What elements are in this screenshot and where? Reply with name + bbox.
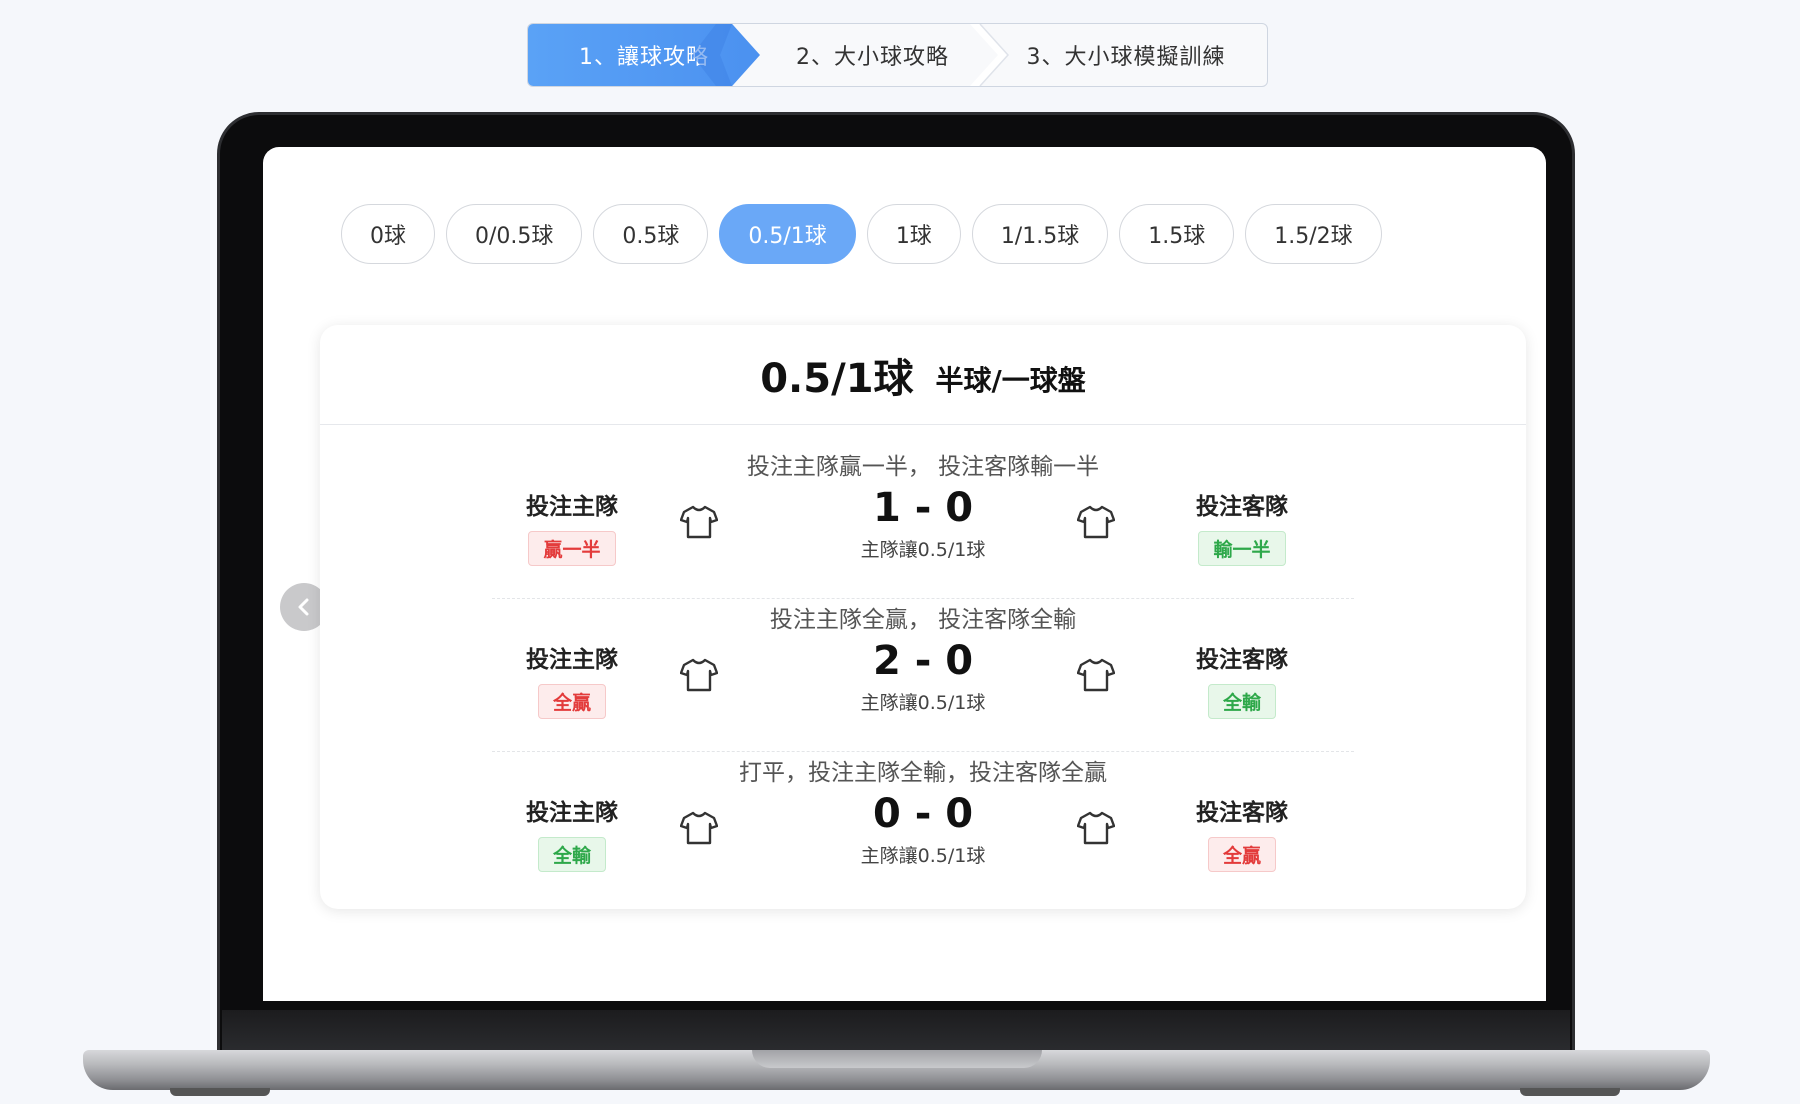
scenario-caption: 打平，投注主隊全輸，投注客隊全贏 bbox=[739, 760, 1107, 786]
home-bet-label: 投注主隊 bbox=[526, 647, 618, 673]
away-bet: 投注客隊 全贏 bbox=[1182, 793, 1302, 872]
card-subtitle: 半球/一球盤 bbox=[935, 363, 1086, 397]
tab-handicap-1-1.5[interactable]: 1/1.5球 bbox=[971, 204, 1109, 264]
handicap-card: 0.5/1球 半球/一球盤 投注主隊贏一半， 投注客隊輸一半 投注主隊 贏一半 … bbox=[320, 325, 1526, 909]
row-divider bbox=[492, 751, 1354, 752]
score-value: 2 - 0 bbox=[872, 638, 974, 684]
away-bet-label: 投注客隊 bbox=[1196, 494, 1288, 520]
tab-handicap-0[interactable]: 0球 bbox=[341, 204, 435, 264]
laptop-hinge bbox=[222, 1010, 1570, 1050]
handicap-tabs: 0球 0/0.5球 0.5球 0.5/1球 1球 1/1.5球 1.5球 1.5… bbox=[341, 204, 1382, 264]
away-bet: 投注客隊 全輸 bbox=[1182, 640, 1302, 719]
step-over-under-guide[interactable]: 2、大小球攻略 bbox=[738, 24, 985, 86]
step-nav: 1、讓球攻略 2、大小球攻略 3、大小球模擬訓練 bbox=[527, 23, 1268, 87]
home-bet: 投注主隊 全贏 bbox=[512, 640, 632, 719]
step-separator-icon bbox=[970, 24, 1010, 86]
home-result-badge: 全輸 bbox=[537, 837, 606, 872]
chevron-left-icon bbox=[298, 598, 309, 616]
card-header: 0.5/1球 半球/一球盤 bbox=[320, 325, 1526, 425]
away-result-badge: 全贏 bbox=[1207, 837, 1276, 872]
home-bet: 投注主隊 全輸 bbox=[512, 793, 632, 872]
laptop-notch bbox=[752, 1050, 1042, 1068]
scenario-row: 投注主隊贏一半， 投注客隊輸一半 投注主隊 贏一半 1 - 0 主隊讓0.5/1… bbox=[492, 447, 1354, 599]
page: 1、讓球攻略 2、大小球攻略 3、大小球模擬訓練 0球 0/0.5球 0.5球 … bbox=[0, 0, 1800, 1104]
shirt-icon bbox=[1077, 811, 1115, 845]
home-result-badge: 贏一半 bbox=[528, 531, 616, 566]
step-over-under-training[interactable]: 3、大小球模擬訓練 bbox=[985, 24, 1267, 86]
shirt-icon bbox=[1077, 658, 1115, 692]
score: 1 - 0 主隊讓0.5/1球 bbox=[823, 485, 1023, 562]
score-value: 0 - 0 bbox=[872, 791, 974, 837]
away-bet-label: 投注客隊 bbox=[1196, 647, 1288, 673]
tab-handicap-0.5-1[interactable]: 0.5/1球 bbox=[719, 204, 856, 264]
card-title: 0.5/1球 bbox=[760, 355, 914, 402]
score-note: 主隊讓0.5/1球 bbox=[860, 845, 986, 867]
home-bet-label: 投注主隊 bbox=[526, 494, 618, 520]
score: 0 - 0 主隊讓0.5/1球 bbox=[823, 791, 1023, 868]
tab-handicap-0.5[interactable]: 0.5球 bbox=[593, 204, 709, 264]
step-label: 3、大小球模擬訓練 bbox=[1026, 45, 1226, 70]
score-value: 1 - 0 bbox=[872, 485, 974, 531]
step-label: 2、大小球攻略 bbox=[796, 45, 949, 70]
shirt-icon bbox=[680, 658, 718, 692]
tab-handicap-0-0.5[interactable]: 0/0.5球 bbox=[446, 204, 583, 264]
away-result-badge: 輸一半 bbox=[1198, 531, 1286, 566]
away-bet: 投注客隊 輸一半 bbox=[1182, 487, 1302, 566]
tab-handicap-1.5[interactable]: 1.5球 bbox=[1119, 204, 1235, 264]
scenario-row: 打平，投注主隊全輸，投注客隊全贏 投注主隊 全輸 0 - 0 主隊讓0.5/1球… bbox=[492, 753, 1354, 905]
away-result-badge: 全輸 bbox=[1207, 684, 1276, 719]
score-note: 主隊讓0.5/1球 bbox=[860, 539, 986, 561]
scenario-caption: 投注主隊全贏， 投注客隊全輸 bbox=[769, 607, 1077, 633]
home-bet-label: 投注主隊 bbox=[526, 800, 618, 826]
scenario-row: 投注主隊全贏， 投注客隊全輸 投注主隊 全贏 2 - 0 主隊讓0.5/1球 投… bbox=[492, 600, 1354, 752]
scenario-caption: 投注主隊贏一半， 投注客隊輸一半 bbox=[746, 454, 1100, 480]
score: 2 - 0 主隊讓0.5/1球 bbox=[823, 638, 1023, 715]
shirt-icon bbox=[680, 811, 718, 845]
step-handicap-guide[interactable]: 1、讓球攻略 bbox=[528, 24, 760, 86]
home-bet: 投注主隊 贏一半 bbox=[512, 487, 632, 566]
tab-handicap-1[interactable]: 1球 bbox=[866, 204, 961, 264]
away-bet-label: 投注客隊 bbox=[1196, 800, 1288, 826]
step-label: 1、讓球攻略 bbox=[579, 45, 709, 70]
tab-handicap-1.5-2[interactable]: 1.5/2球 bbox=[1245, 204, 1382, 264]
home-result-badge: 全贏 bbox=[537, 684, 606, 719]
score-note: 主隊讓0.5/1球 bbox=[860, 692, 986, 714]
row-divider bbox=[492, 598, 1354, 599]
shirt-icon bbox=[680, 505, 718, 539]
shirt-icon bbox=[1077, 505, 1115, 539]
